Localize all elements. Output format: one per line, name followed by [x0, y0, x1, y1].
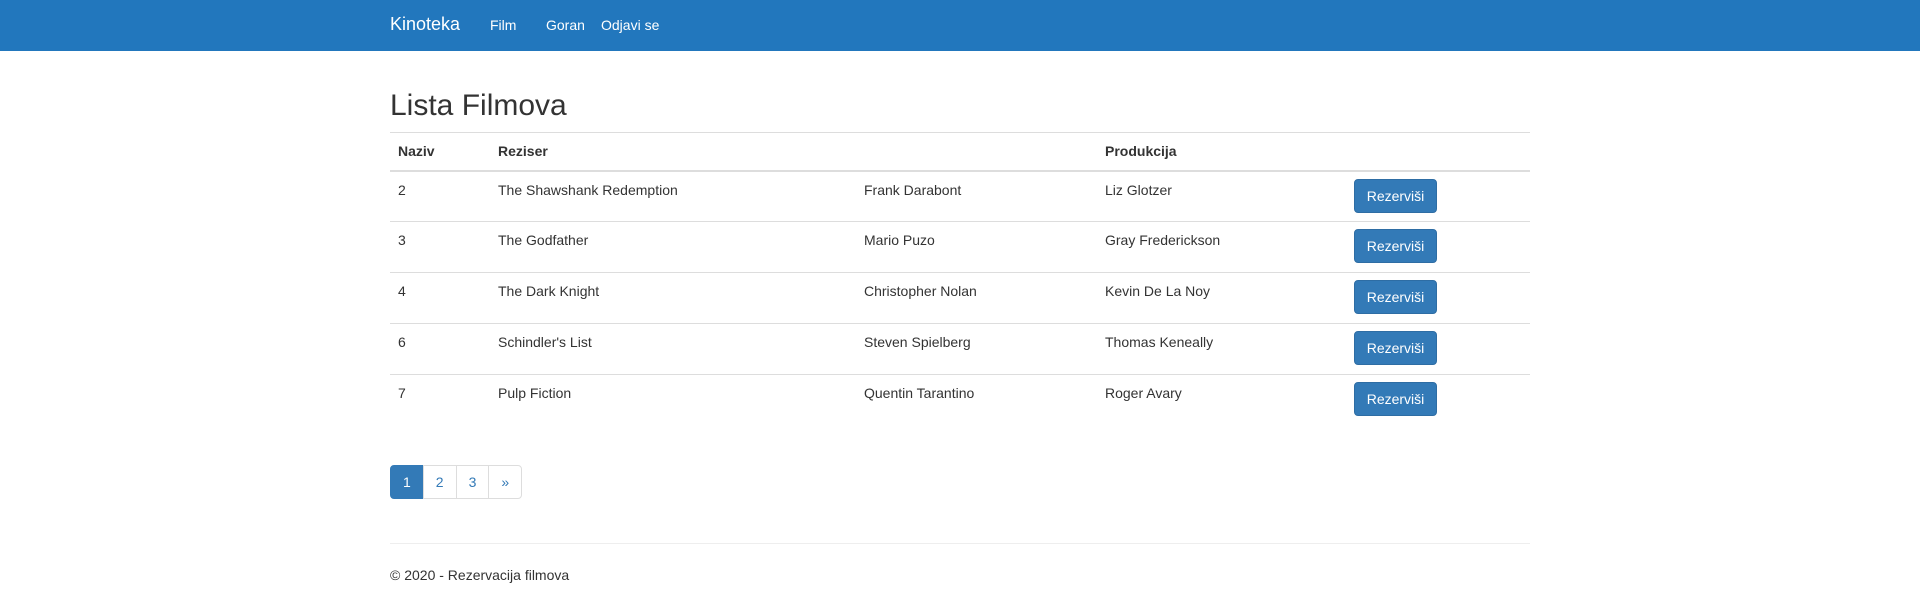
nav-link-logout[interactable]: Odjavi se [601, 17, 659, 33]
nav-link-user[interactable]: Goran [546, 17, 585, 33]
page-title: Lista Filmova [390, 89, 567, 122]
header-produkcija: Produkcija [1097, 132, 1346, 172]
page-link-1[interactable]: 1 [390, 465, 424, 499]
cell-producer: Kevin De La Noy [1097, 272, 1346, 324]
cell-producer: Roger Avary [1097, 374, 1346, 426]
header-naziv: Naziv [390, 132, 490, 172]
table-row: 4 The Dark Knight Christopher Nolan Kevi… [390, 272, 1530, 324]
header-empty-1 [856, 132, 1097, 172]
cell-id: 4 [390, 272, 490, 324]
header-empty-2 [1346, 132, 1530, 172]
cell-action: Rezerviši [1346, 272, 1530, 324]
page-link-next[interactable]: » [488, 465, 523, 499]
cell-director: Steven Spielberg [856, 323, 1097, 375]
cell-title: The Shawshank Redemption [498, 181, 678, 198]
cell-action: Rezerviši [1346, 323, 1530, 375]
cell-producer: Liz Glotzer [1105, 181, 1172, 198]
reserve-button[interactable]: Rezerviši [1354, 280, 1437, 314]
cell-title: The Dark Knight [490, 272, 856, 324]
cell-id: 3 [390, 221, 490, 273]
cell-title: Pulp Fiction [490, 374, 856, 426]
top-navbar: Kinoteka Film Goran Odjavi se [0, 0, 1920, 51]
header-reziser: Reziser [490, 132, 856, 172]
cell-director: Quentin Tarantino [856, 374, 1097, 426]
table-row: 3 The Godfather Mario Puzo Gray Frederic… [390, 221, 1530, 273]
page-link-2[interactable]: 2 [422, 465, 457, 499]
reserve-button[interactable]: Rezerviši [1354, 331, 1437, 365]
table-row: 2 The Shawshank Redemption Frank Darabon… [390, 171, 1530, 222]
table-row: 6 Schindler's List Steven Spielberg Thom… [390, 323, 1530, 375]
cell-producer: Gray Frederickson [1097, 221, 1346, 273]
cell-action: Rezerviši [1346, 221, 1530, 273]
cell-director: Christopher Nolan [856, 272, 1097, 324]
cell-title: Schindler's List [490, 323, 856, 375]
cell-id: 2 [398, 181, 406, 198]
footer-copyright: © 2020 - Rezervacija filmova [390, 567, 570, 583]
films-table: Naziv Reziser Produkcija 2 The Shawshank… [390, 132, 1530, 426]
table-row: 7 Pulp Fiction Quentin Tarantino Roger A… [390, 374, 1530, 426]
nav-link-film[interactable]: Film [490, 17, 516, 33]
cell-title: The Godfather [490, 221, 856, 273]
page-link-3[interactable]: 3 [455, 465, 490, 499]
cell-director: Mario Puzo [856, 221, 1097, 273]
cell-producer: Thomas Keneally [1097, 323, 1346, 375]
cell-action: Rezerviši [1346, 171, 1530, 222]
cell-action: Rezerviši [1346, 374, 1530, 426]
reserve-button[interactable]: Rezerviši [1354, 229, 1437, 263]
table-header-row: Naziv Reziser Produkcija [390, 132, 1530, 172]
cell-id: 7 [390, 374, 490, 426]
pagination: 1 2 3 » [390, 465, 523, 499]
footer-divider [390, 543, 1530, 544]
brand-link[interactable]: Kinoteka [390, 14, 460, 35]
cell-id: 6 [390, 323, 490, 375]
cell-director: Frank Darabont [864, 181, 962, 198]
reserve-button[interactable]: Rezerviši [1354, 178, 1437, 213]
reserve-button[interactable]: Rezerviši [1354, 382, 1437, 416]
